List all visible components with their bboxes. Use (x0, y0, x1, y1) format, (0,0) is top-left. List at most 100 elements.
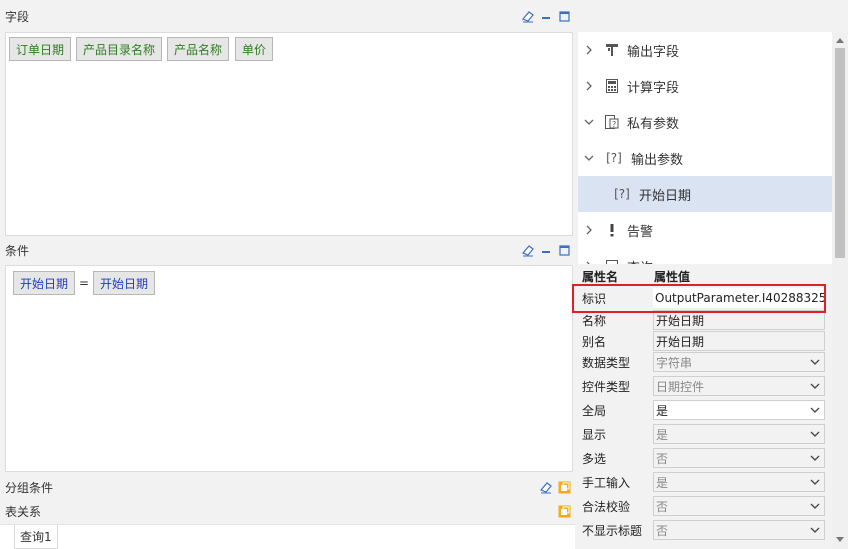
private-param-icon: ? (605, 114, 619, 130)
param-icon: [?] (614, 187, 630, 201)
highlight-box (572, 284, 826, 313)
chevron-down-icon[interactable] (806, 401, 824, 419)
property-row-datatype: 数据类型 字符串 (578, 350, 832, 374)
multiselect-select[interactable]: 否 (653, 448, 825, 468)
global-select[interactable]: 是 (653, 400, 825, 420)
resource-tree: 输出字段 计算字段 ? 私有参数 [?] 输出参数 [?] 开始日期 告警 (578, 32, 832, 264)
fields-tools (521, 9, 571, 23)
chevron-down-icon[interactable] (806, 377, 824, 395)
datatype-select[interactable]: 字符串 (653, 352, 825, 372)
fields-title: 字段 (5, 9, 30, 24)
select-value: 字符串 (656, 355, 693, 370)
tab-query1[interactable]: 查询1 (14, 525, 58, 549)
property-name: 名称 (582, 314, 607, 328)
tree-item-output-fields[interactable]: 输出字段 (578, 32, 832, 68)
vertical-scrollbar[interactable] (832, 32, 848, 549)
tree-item-label: 输出参数 (631, 152, 684, 168)
condition-left-chip[interactable]: 开始日期 (13, 271, 76, 295)
property-name: 手工输入 (582, 476, 631, 490)
select-value: 是 (656, 475, 669, 490)
svg-text:?: ? (612, 120, 616, 129)
chevron-down-icon[interactable] (806, 473, 824, 491)
chevron-down-icon[interactable] (583, 118, 595, 126)
field-chip[interactable]: 产品名称 (167, 37, 230, 61)
chevron-right-icon[interactable] (583, 45, 595, 55)
chevron-down-icon[interactable] (806, 425, 824, 443)
property-row-control-type: 控件类型 日期控件 (578, 374, 832, 398)
minimize-icon[interactable] (539, 9, 553, 23)
property-row-multiselect: 多选 否 (578, 446, 832, 470)
tree-item-private-params[interactable]: ? 私有参数 (578, 104, 832, 140)
restore-icon[interactable] (557, 480, 571, 494)
property-name: 合法校验 (582, 500, 631, 514)
query-tab-bar: 查询1 (0, 524, 575, 549)
condition-operator: = (79, 276, 90, 290)
chevron-down-icon[interactable] (806, 521, 824, 539)
scroll-thumb[interactable] (835, 48, 845, 258)
property-name: 不显示标题 (582, 524, 643, 538)
property-name: 显示 (582, 428, 607, 442)
output-field-icon (605, 42, 619, 58)
maximize-icon[interactable] (557, 9, 571, 23)
manual-input-select[interactable]: 是 (653, 472, 825, 492)
tree-item-label: 计算字段 (627, 80, 680, 96)
chevron-right-icon[interactable] (583, 225, 595, 235)
select-value: 否 (656, 451, 669, 466)
property-row-manual-input: 手工输入 是 (578, 470, 832, 494)
select-value: 否 (656, 523, 669, 538)
property-name: 控件类型 (582, 380, 631, 394)
tree-item-start-date[interactable]: [?] 开始日期 (578, 176, 832, 212)
tree-item-label: 开始日期 (639, 188, 692, 204)
fields-panel: 订单日期 产品目录名称 产品名称 单价 (5, 32, 573, 236)
tree-item-label: 查询 (627, 257, 653, 265)
scroll-down-icon[interactable] (835, 535, 845, 545)
conditions-panel: 开始日期 = 开始日期 (5, 265, 573, 472)
calculator-icon (605, 78, 619, 94)
alias-field[interactable]: 开始日期 (653, 331, 825, 351)
name-field[interactable]: 开始日期 (653, 310, 825, 330)
group-tools (539, 480, 571, 494)
condition-right-chip[interactable]: 开始日期 (93, 271, 156, 295)
tree-item-alerts[interactable]: 告警 (578, 212, 832, 248)
field-chip[interactable]: 订单日期 (9, 37, 72, 61)
conditions-header: 条件 (0, 237, 575, 263)
chevron-down-icon[interactable] (806, 497, 824, 515)
field-chip[interactable]: 单价 (235, 37, 274, 61)
chevron-right-icon[interactable] (583, 81, 595, 91)
eraser-icon[interactable] (521, 243, 535, 257)
select-value: 是 (656, 427, 669, 442)
tree-item-label: 私有参数 (627, 116, 680, 132)
scroll-up-icon[interactable] (835, 35, 845, 45)
validation-select[interactable]: 否 (653, 496, 825, 516)
relation-tools (557, 504, 571, 518)
chevron-down-icon[interactable] (583, 154, 595, 162)
tree-item-output-params[interactable]: [?] 输出参数 (578, 140, 832, 176)
conditions-tools (521, 243, 571, 257)
restore-icon[interactable] (557, 504, 571, 518)
property-row-validation: 合法校验 否 (578, 494, 832, 518)
fields-header: 字段 (0, 3, 575, 29)
query-designer: 字段 订单日期 产品目录名称 产品名称 单价 条件 开始日期 = 开始日期 分组… (0, 0, 848, 549)
relation-header: 表关系 (0, 498, 575, 524)
tree-item-calc-fields[interactable]: 计算字段 (578, 68, 832, 104)
field-chip[interactable]: 产品目录名称 (76, 37, 163, 61)
select-value: 是 (656, 403, 669, 418)
maximize-icon[interactable] (557, 243, 571, 257)
tree-item-query[interactable]: 查询 (578, 248, 832, 264)
property-name: 别名 (582, 335, 607, 349)
chevron-down-icon[interactable] (806, 353, 824, 371)
property-name: 多选 (582, 452, 607, 466)
property-name: 全局 (582, 404, 607, 418)
visible-select[interactable]: 是 (653, 424, 825, 444)
eraser-icon[interactable] (521, 9, 535, 23)
control-type-select[interactable]: 日期控件 (653, 376, 825, 396)
eraser-icon[interactable] (539, 480, 553, 494)
hide-title-select[interactable]: 否 (653, 520, 825, 540)
property-row-visible: 显示 是 (578, 422, 832, 446)
param-icon: [?] (606, 151, 622, 165)
chevron-down-icon[interactable] (806, 449, 824, 467)
minimize-icon[interactable] (539, 243, 553, 257)
property-row-hide-title: 不显示标题 否 (578, 518, 832, 542)
tree-item-label: 输出字段 (627, 44, 680, 60)
relation-title: 表关系 (5, 504, 42, 519)
